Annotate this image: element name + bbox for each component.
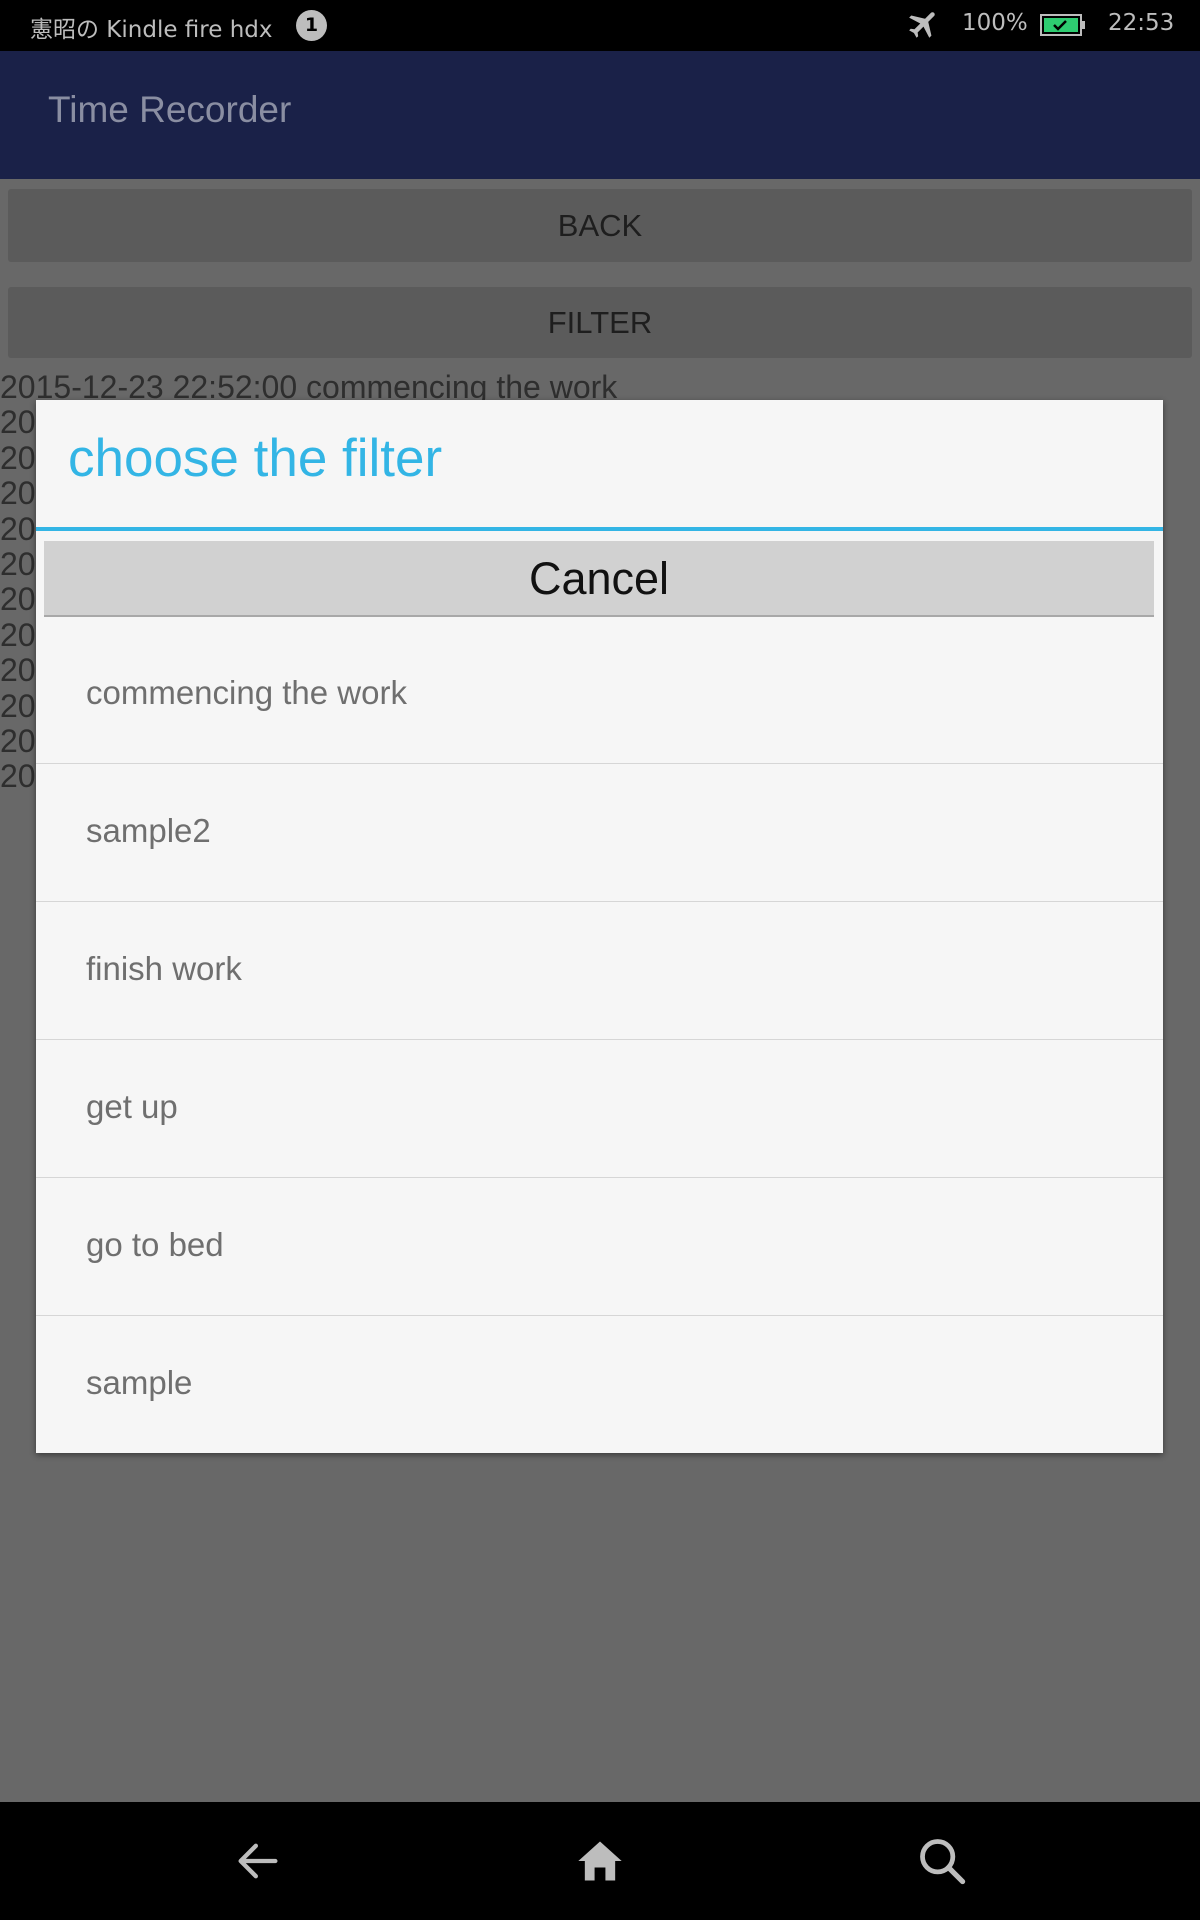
back-arrow-icon[interactable] bbox=[232, 1835, 284, 1887]
record-line: 20 bbox=[0, 475, 36, 512]
filter-option[interactable]: get up bbox=[36, 1040, 1163, 1178]
battery-icon bbox=[1040, 14, 1085, 36]
notification-badge: 1 bbox=[296, 10, 327, 41]
filter-option[interactable]: commencing the work bbox=[36, 626, 1163, 764]
battery-percent: 100% bbox=[962, 10, 1028, 36]
navigation-bar bbox=[0, 1802, 1200, 1920]
back-button[interactable]: BACK bbox=[8, 189, 1192, 262]
filter-option-label: commencing the work bbox=[86, 674, 407, 711]
record-line: 20 bbox=[0, 652, 36, 689]
record-line: 20 bbox=[0, 546, 36, 582]
filter-option[interactable]: sample bbox=[36, 1316, 1163, 1454]
device-label: 憲昭の Kindle fire hdx bbox=[30, 17, 273, 43]
clock: 22:53 bbox=[1108, 10, 1175, 36]
filter-option-label: finish work bbox=[86, 950, 242, 987]
filter-option-label: sample2 bbox=[86, 812, 211, 849]
airplane-mode-icon bbox=[909, 12, 935, 38]
record-line: 20 bbox=[0, 723, 36, 759]
record-line: 20 bbox=[0, 581, 36, 618]
filter-option[interactable]: go to bed bbox=[36, 1178, 1163, 1316]
filter-button[interactable]: FILTER bbox=[8, 287, 1192, 358]
dialog-title: choose the filter bbox=[68, 429, 443, 488]
filter-option[interactable]: sample2 bbox=[36, 764, 1163, 902]
app-title: Time Recorder bbox=[48, 89, 292, 130]
record-line: 20 bbox=[0, 439, 36, 476]
record-line: 20 bbox=[0, 758, 36, 795]
app-bar: Time Recorder bbox=[0, 51, 1200, 179]
filter-option-label: go to bed bbox=[86, 1226, 224, 1263]
dialog-divider bbox=[36, 527, 1163, 531]
filter-option-label: get up bbox=[86, 1088, 178, 1125]
search-icon[interactable] bbox=[916, 1835, 968, 1887]
record-line: 20 bbox=[0, 687, 36, 724]
home-icon[interactable] bbox=[574, 1835, 626, 1887]
status-bar: 憲昭の Kindle fire hdx 1 100% 22:53 bbox=[0, 0, 1200, 51]
filter-dialog: choose the filter Cancel commencing the … bbox=[36, 400, 1163, 1453]
record-line: 20 bbox=[0, 510, 36, 547]
record-line: 20 bbox=[0, 404, 36, 441]
filter-option[interactable]: finish work bbox=[36, 902, 1163, 1040]
cancel-button[interactable]: Cancel bbox=[44, 541, 1154, 617]
record-line: 20 bbox=[0, 616, 36, 653]
filter-option-label: sample bbox=[86, 1364, 193, 1401]
